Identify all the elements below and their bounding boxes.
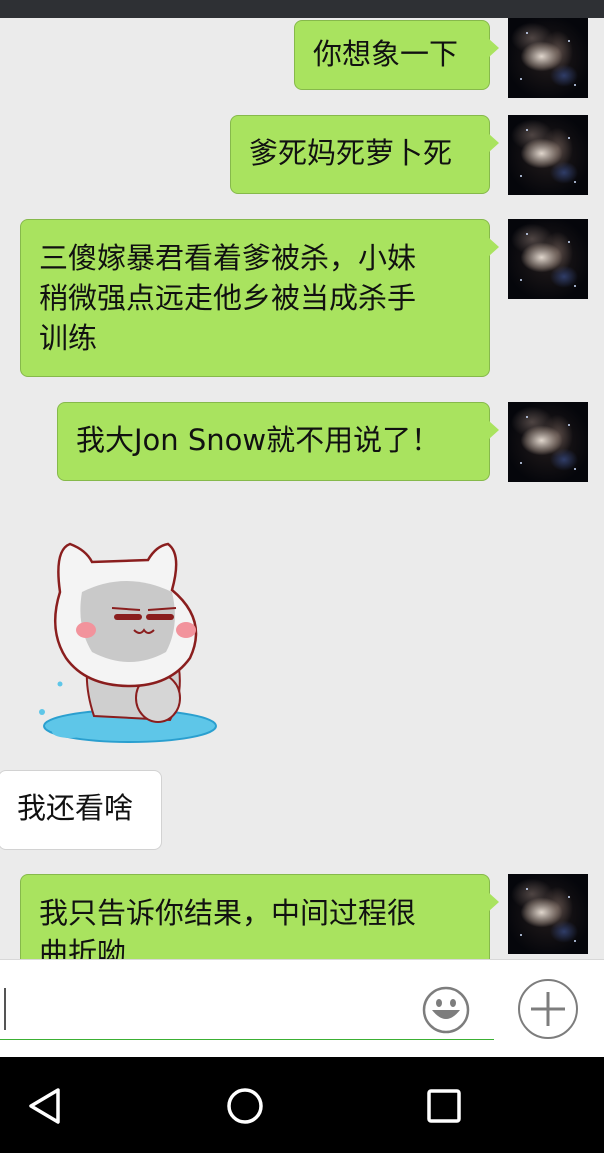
crying-cat-sticker[interactable] bbox=[30, 530, 220, 750]
recents-square-icon[interactable] bbox=[419, 1081, 469, 1131]
message-input[interactable] bbox=[0, 980, 494, 1040]
user-avatar[interactable] bbox=[508, 115, 588, 195]
message-text-line: 训练 bbox=[39, 321, 98, 355]
status-bar bbox=[0, 0, 604, 18]
user-avatar[interactable] bbox=[508, 402, 588, 482]
message-text: 我还看啥 bbox=[17, 791, 134, 825]
user-avatar[interactable] bbox=[508, 219, 588, 299]
plus-circle-icon[interactable] bbox=[517, 978, 579, 1040]
message-bubble-received[interactable]: 我还看啥 bbox=[0, 770, 162, 850]
message-text-line: 三傻嫁暴君看着爹被杀，小妹 bbox=[39, 241, 417, 275]
message-bubble-sent[interactable]: 我只告诉你结果，中间过程很 曲折呦 bbox=[20, 874, 499, 959]
user-avatar[interactable] bbox=[508, 874, 588, 954]
home-circle-icon[interactable] bbox=[220, 1081, 270, 1131]
message-text-line: 稍微强点远走他乡被当成杀手 bbox=[39, 281, 417, 315]
message-bubble-sent[interactable]: 你想象一下 bbox=[294, 20, 499, 90]
user-avatar[interactable] bbox=[508, 18, 588, 98]
back-triangle-icon[interactable] bbox=[20, 1081, 70, 1131]
navigation-bar bbox=[0, 1057, 604, 1153]
message-text-line: 我只告诉你结果，中间过程很 bbox=[39, 896, 417, 930]
chat-message-list[interactable]: 你想象一下 爹死妈死萝卜死 三傻嫁暴君看着爹被杀，小妹 稍微强点远走他乡被当成杀… bbox=[0, 18, 604, 959]
message-bubble-sent[interactable]: 我大Jon Snow就不用说了！ bbox=[57, 402, 499, 481]
message-text: 我大Jon Snow就不用说了！ bbox=[76, 423, 441, 457]
message-input-bar bbox=[0, 959, 604, 1057]
message-bubble-sent[interactable]: 爹死妈死萝卜死 bbox=[230, 115, 499, 194]
message-bubble-sent[interactable]: 三傻嫁暴君看着爹被杀，小妹 稍微强点远走他乡被当成杀手 训练 bbox=[20, 219, 499, 377]
message-text-line: 曲折呦 bbox=[39, 936, 127, 959]
message-text: 爹死妈死萝卜死 bbox=[249, 136, 453, 170]
text-cursor bbox=[4, 988, 6, 1030]
smiley-face-icon[interactable] bbox=[422, 986, 470, 1034]
message-text: 你想象一下 bbox=[313, 37, 459, 71]
